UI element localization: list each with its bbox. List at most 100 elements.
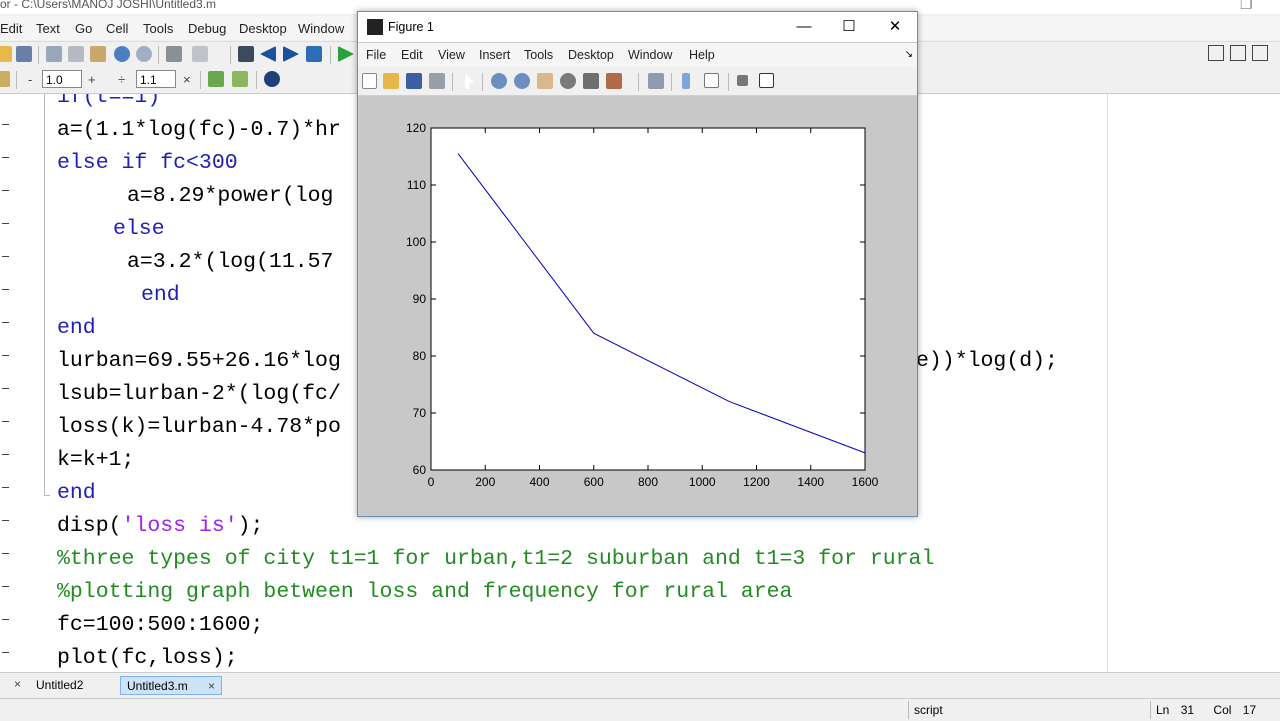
line-marker-dash (2, 487, 9, 488)
data-cursor-icon[interactable] (583, 73, 599, 89)
tile-layout-icon[interactable] (1208, 45, 1224, 61)
figure-titlebar[interactable]: Figure 1 — ☐ ✕ (358, 12, 917, 42)
line-marker-dash (2, 157, 9, 158)
dock-arrow-icon[interactable]: ↘ (905, 49, 913, 60)
editor-restore-icon[interactable]: ❐ (1240, 0, 1253, 12)
menu-tools[interactable]: Tools (143, 21, 173, 36)
fig-menu-help[interactable]: Help (689, 48, 715, 62)
fig-menu-tools[interactable]: Tools (524, 48, 553, 62)
back-arrow-icon[interactable] (260, 46, 276, 62)
forward-arrow-icon[interactable] (283, 46, 299, 62)
x-tick-label: 800 (638, 475, 658, 489)
run-icon[interactable] (338, 46, 354, 62)
decrement-button[interactable]: - (28, 72, 32, 87)
binoculars-icon[interactable] (238, 46, 254, 62)
undo-icon[interactable] (114, 46, 130, 62)
line-marker-dash (2, 322, 9, 323)
split-horizontal-icon[interactable] (1252, 45, 1268, 61)
close-icon[interactable]: × (208, 677, 215, 696)
save-icon[interactable] (16, 46, 32, 62)
copy-icon[interactable] (68, 46, 84, 62)
figure-window[interactable]: Figure 1 — ☐ ✕ File Edit View Insert Too… (357, 11, 918, 517)
fig-menu-edit[interactable]: Edit (401, 48, 423, 62)
line-marker-dash (2, 520, 9, 521)
new-file-icon[interactable] (0, 46, 12, 62)
edit-plot-arrow-icon[interactable] (465, 73, 475, 89)
tab-label: Untitled3.m (127, 679, 188, 693)
cut-icon[interactable] (46, 46, 62, 62)
cursor-position-status: Ln 31 Col 17 (1150, 701, 1280, 719)
line-marker-dash (2, 619, 9, 620)
code-line: k=k+1; (57, 448, 135, 472)
y-tick-label: 90 (413, 292, 427, 306)
fig-menu-desktop[interactable]: Desktop (568, 48, 614, 62)
fig-menu-insert[interactable]: Insert (479, 48, 510, 62)
function-icon[interactable] (306, 46, 322, 62)
cell-mode-icon[interactable] (0, 71, 10, 87)
close-tab-icon[interactable]: × (14, 677, 21, 691)
colorbar-icon[interactable] (682, 73, 690, 89)
code-line: if(t==1) (57, 94, 160, 109)
fig-menu-view[interactable]: View (438, 48, 465, 62)
line-marker-dash (2, 256, 9, 257)
divide-value-field[interactable]: 1.1 (136, 70, 176, 88)
menu-debug[interactable]: Debug (188, 21, 226, 36)
print-icon[interactable] (166, 46, 182, 62)
x-tick-label: 1200 (743, 475, 770, 489)
pan-hand-icon[interactable] (537, 73, 553, 89)
redo-icon[interactable] (136, 46, 152, 62)
info-icon[interactable] (264, 71, 280, 87)
legend-icon[interactable] (704, 73, 719, 88)
fig-menu-file[interactable]: File (366, 48, 386, 62)
evaluate-cell-icon[interactable] (208, 71, 224, 87)
paste-icon[interactable] (90, 46, 106, 62)
increment-button[interactable]: + (88, 72, 96, 87)
print-figure-icon[interactable] (429, 73, 445, 89)
save-figure-icon[interactable] (406, 73, 422, 89)
axes-box (430, 127, 866, 471)
new-figure-icon[interactable] (362, 73, 377, 89)
maximize-button[interactable]: ☐ (829, 16, 869, 38)
tab-untitled3[interactable]: Untitled3.m × (120, 676, 222, 695)
hide-plot-tools-icon[interactable] (737, 75, 748, 86)
x-tick-label: 200 (475, 475, 495, 489)
code-line: lurban=69.55+26.16*log (57, 349, 341, 373)
document-tab-bar: × Untitled2 Untitled3.m × (0, 672, 1280, 699)
code-line: lsub=lurban-2*(log(fc/ (57, 382, 341, 406)
y-tick-label: 80 (413, 349, 427, 363)
menu-text[interactable]: Text (36, 21, 60, 36)
figure-title: Figure 1 (388, 20, 434, 34)
menu-edit[interactable]: Edit (0, 21, 22, 36)
zoom-out-icon[interactable] (514, 73, 530, 89)
brush-icon[interactable] (606, 73, 622, 89)
menu-desktop[interactable]: Desktop (239, 21, 287, 36)
menu-cell[interactable]: Cell (106, 21, 128, 36)
breakpoint-gutter[interactable] (0, 94, 14, 672)
line-marker-dash (2, 586, 9, 587)
figure-menubar: File Edit View Insert Tools Desktop Wind… (358, 43, 917, 67)
rotate-3d-icon[interactable] (560, 73, 576, 89)
fig-menu-window[interactable]: Window (628, 48, 672, 62)
divide-button[interactable]: ÷ (118, 72, 125, 87)
multiply-button[interactable]: × (183, 72, 191, 87)
show-plot-tools-icon[interactable] (759, 73, 774, 88)
zoom-in-icon[interactable] (491, 73, 507, 89)
line-marker-dash (2, 652, 9, 653)
link-plot-icon[interactable] (648, 73, 664, 89)
tab-label: Untitled2 (36, 678, 84, 692)
y-tick-label: 70 (413, 406, 427, 420)
minimize-button[interactable]: — (784, 16, 824, 38)
menu-go[interactable]: Go (75, 21, 92, 36)
find-files-icon[interactable] (192, 46, 208, 62)
close-button[interactable]: ✕ (875, 16, 915, 38)
menu-window[interactable]: Window (298, 21, 344, 36)
x-tick-label: 1000 (689, 475, 716, 489)
code-line: end (57, 481, 96, 505)
open-file-icon[interactable] (383, 73, 399, 89)
tab-untitled2[interactable]: Untitled2 (30, 676, 118, 695)
evaluate-advance-icon[interactable] (232, 71, 248, 87)
code-line: loss(k)=lurban-4.78*po (57, 415, 341, 439)
split-vertical-icon[interactable] (1230, 45, 1246, 61)
y-tick-label: 100 (406, 235, 426, 249)
increment-value-field[interactable]: 1.0 (42, 70, 82, 88)
